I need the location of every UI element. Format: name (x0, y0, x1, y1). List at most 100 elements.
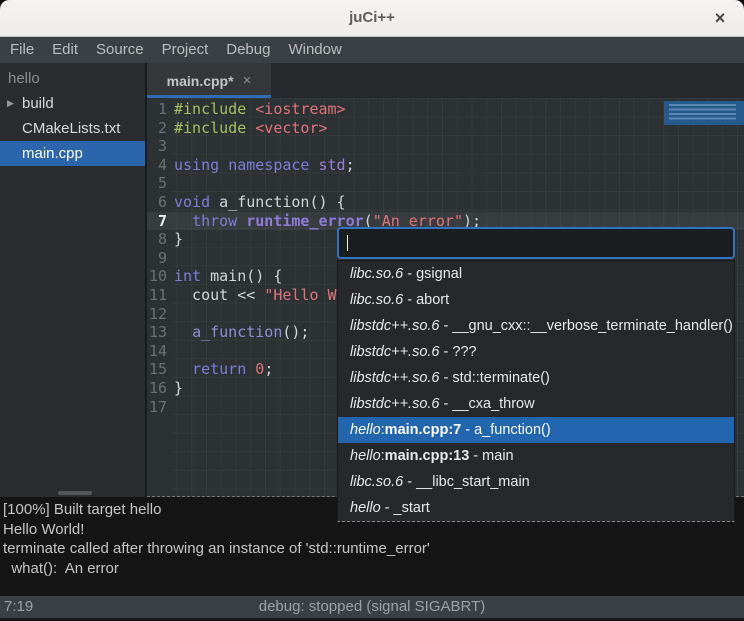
menu-edit[interactable]: Edit (43, 38, 87, 62)
line-number: 17 (147, 398, 167, 417)
library-name: hello (350, 500, 381, 516)
menu-project[interactable]: Project (153, 38, 218, 62)
frame-name: main (482, 448, 513, 464)
item-separator: - (403, 474, 416, 490)
code-line[interactable]: 2#include <vector> (147, 119, 744, 138)
code-text (167, 137, 174, 156)
backtrace-item[interactable]: hello:main.cpp:13 - main (338, 443, 734, 469)
frame-name: _start (394, 500, 430, 516)
token (219, 156, 228, 174)
code-text: #include <iostream> (167, 100, 346, 119)
line-number: 10 (147, 267, 167, 286)
line-number: 13 (147, 323, 167, 342)
frame-name: __cxa_throw (452, 396, 534, 412)
tab-close-icon[interactable]: × (243, 72, 252, 89)
code-text (167, 174, 174, 193)
code-line[interactable]: 3 (147, 137, 744, 156)
item-separator: - (403, 266, 416, 282)
library-name: libc.so.6 (350, 292, 403, 308)
line-number: 1 (147, 100, 167, 119)
sidebar-hscrollbar-thumb[interactable] (58, 491, 92, 495)
menu-window[interactable]: Window (279, 38, 350, 62)
backtrace-item[interactable]: libstdc++.so.6 - __gnu_cxx::__verbose_te… (338, 313, 734, 339)
code-text: #include <vector> (167, 119, 328, 138)
library-name: hello (350, 448, 381, 464)
file-tree-item-label: CMakeLists.txt (22, 120, 120, 137)
library-name: libc.so.6 (350, 266, 403, 282)
token: <iostream> (255, 100, 345, 118)
file-tree-item[interactable]: ▶ build (0, 91, 145, 116)
frame-name: gsignal (416, 266, 462, 282)
library-name: libstdc++.so.6 (350, 318, 439, 334)
menu-source[interactable]: Source (87, 38, 153, 62)
code-text: void a_function() { (167, 193, 346, 212)
line-number: 11 (147, 286, 167, 305)
code-text: a_function(); (167, 323, 309, 342)
backtrace-search-input[interactable] (337, 227, 735, 259)
code-text: } (167, 379, 183, 398)
backtrace-popup: libc.so.6 - gsignal libc.so.6 - abort li… (337, 227, 735, 522)
token: a_function (192, 323, 282, 341)
file-tree-item-label: build (22, 95, 54, 112)
token (246, 100, 255, 118)
token: ; (346, 156, 355, 174)
frame-name: a_function() (474, 422, 551, 438)
code-text: cout << "Hello W (167, 286, 337, 305)
code-text: return 0; (167, 360, 273, 379)
code-text: } (167, 230, 183, 249)
backtrace-item[interactable]: libc.so.6 - abort (338, 287, 734, 313)
backtrace-item[interactable]: libstdc++.so.6 - __cxa_throw (338, 391, 734, 417)
backtrace-item[interactable]: libstdc++.so.6 - std::terminate() (338, 365, 734, 391)
file-tree-item[interactable]: CMakeLists.txt (0, 116, 145, 141)
item-separator: - (403, 292, 416, 308)
token: using (174, 156, 219, 174)
token: <vector> (255, 119, 327, 137)
close-icon[interactable]: × (708, 6, 732, 30)
backtrace-item[interactable]: libc.so.6 - __libc_start_main (338, 469, 734, 495)
token: void (174, 193, 210, 211)
line-number: 14 (147, 342, 167, 361)
terminal-line: Hello World! (3, 520, 744, 540)
token (237, 212, 246, 230)
line-number: 6 (147, 193, 167, 212)
backtrace-item[interactable]: libc.so.6 - gsignal (338, 261, 734, 287)
tab-main-cpp[interactable]: main.cpp* × (147, 63, 271, 98)
token: namespace (228, 156, 309, 174)
code-line[interactable]: 1#include <iostream> (147, 100, 744, 119)
backtrace-item[interactable]: hello - _start (338, 495, 734, 521)
file-tree[interactable]: hello ▶ build CMakeLists.txt main.cpp (0, 63, 145, 497)
code-text (167, 398, 174, 417)
code-text (167, 249, 174, 268)
item-separator: - (461, 422, 474, 438)
file-location: main.cpp:7 (385, 422, 462, 438)
menu-debug[interactable]: Debug (217, 38, 279, 62)
line-number: 3 (147, 137, 167, 156)
token: #include (174, 119, 246, 137)
code-text (167, 342, 174, 361)
token: int (174, 267, 201, 285)
line-number: 4 (147, 156, 167, 175)
menu-file[interactable]: File (1, 38, 43, 62)
code-line[interactable]: 5 (147, 174, 744, 193)
chevron-right-icon[interactable]: ▶ (7, 91, 14, 116)
backtrace-item[interactable]: libstdc++.so.6 - ??? (338, 339, 734, 365)
app-window: juCi++ × FileEditSourceProjectDebugWindo… (0, 0, 744, 621)
library-name: libstdc++.so.6 (350, 344, 439, 360)
frame-name: __libc_start_main (416, 474, 530, 490)
item-separator: - (439, 370, 452, 386)
frame-name: ??? (452, 344, 476, 360)
file-tree-item[interactable]: main.cpp (0, 141, 145, 166)
item-separator: - (439, 396, 452, 412)
code-line[interactable]: 4 using namespace std; (147, 156, 744, 175)
token: } (174, 379, 183, 397)
item-separator: - (439, 344, 452, 360)
code-line[interactable]: 6void a_function() { (147, 193, 744, 212)
token: return (192, 360, 246, 378)
debug-tooltip (664, 101, 744, 125)
token: std (319, 156, 346, 174)
backtrace-item[interactable]: hello:main.cpp:7 - a_function() (338, 417, 734, 443)
file-location: main.cpp:13 (385, 448, 470, 464)
line-number: 2 (147, 119, 167, 138)
project-name: hello (0, 63, 145, 91)
item-separator: - (469, 448, 482, 464)
